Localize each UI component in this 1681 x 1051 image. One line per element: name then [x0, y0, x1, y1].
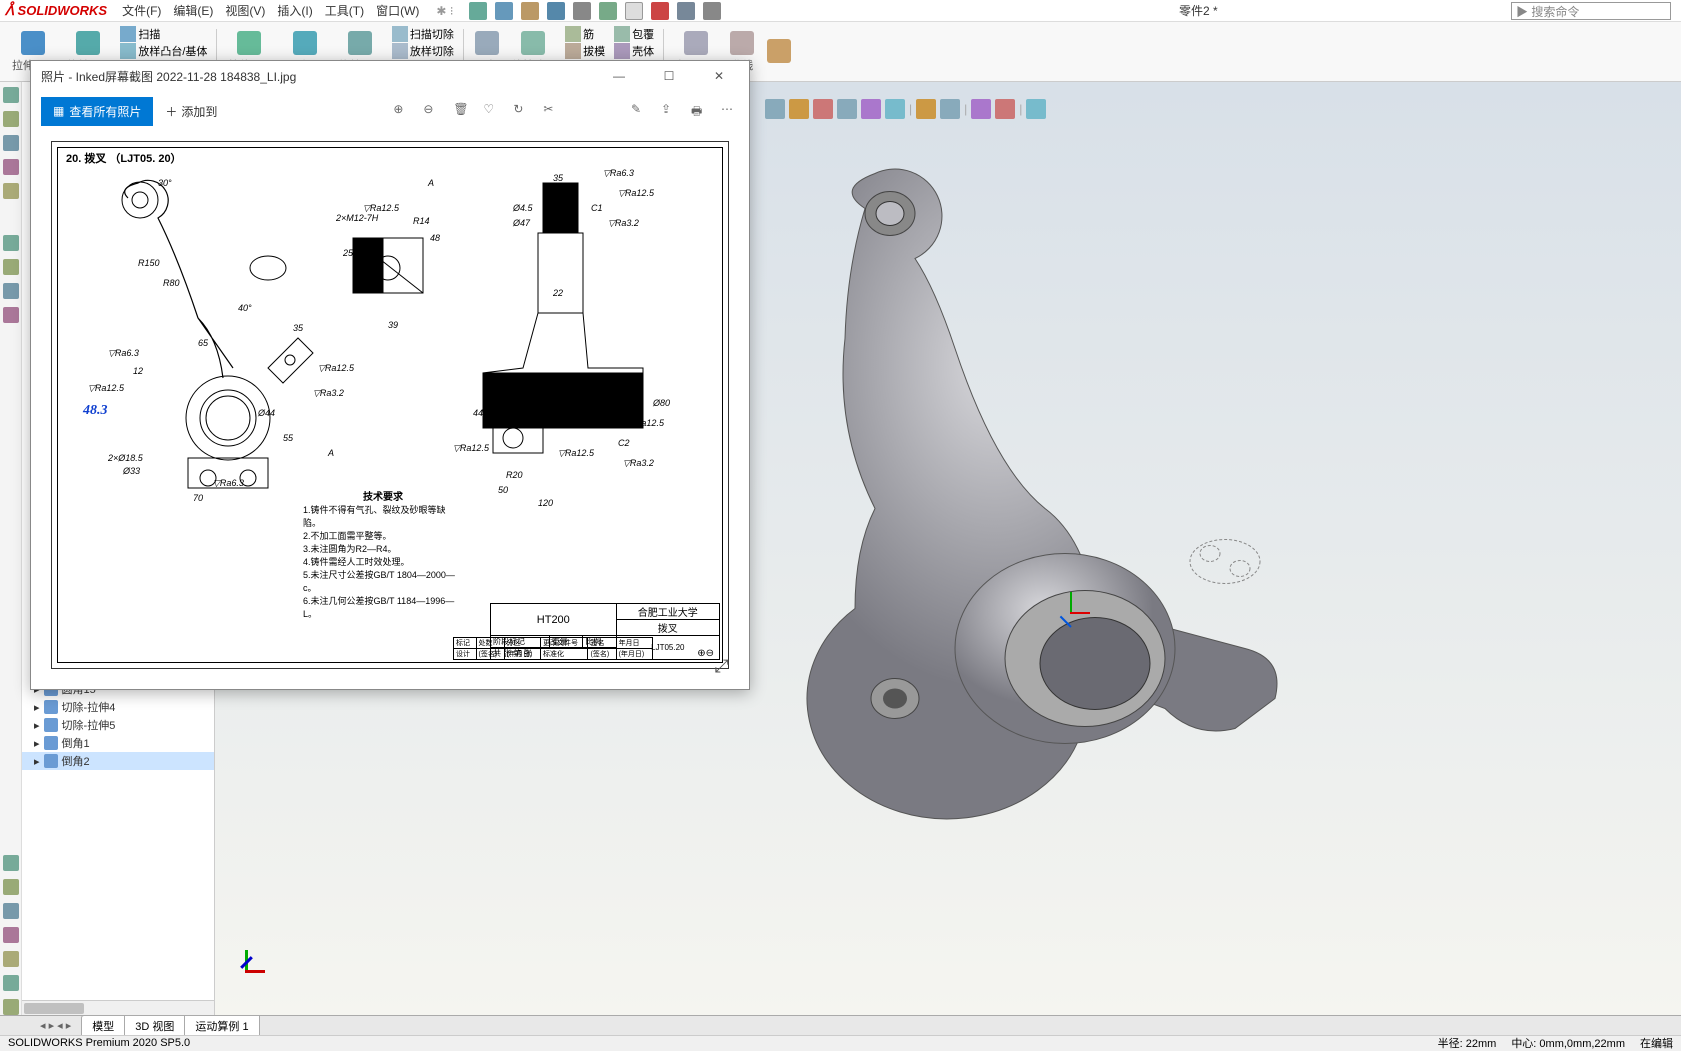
search-input[interactable]: ▶ 搜索命令: [1511, 2, 1671, 20]
rotate-icon[interactable]: ↻: [513, 102, 531, 120]
photos-toolbar: ▦ 查看所有照片 ＋ 添加到 ⊕ ⊖ 🗑 ♡ ↻ ✂ ✎ ⇪ 🖶 ⋯: [31, 91, 749, 131]
save-icon[interactable]: [547, 2, 565, 20]
maximize-button[interactable]: ☐: [649, 61, 689, 91]
ribbon-sweep-cut[interactable]: 扫描切除: [392, 26, 454, 42]
photos-titlebar[interactable]: 照片 - Inked屏幕截图 2022-11-28 184838_LI.jpg …: [31, 61, 749, 91]
print-icon[interactable]: 🖶: [691, 102, 709, 120]
lt-icon-4[interactable]: [3, 159, 19, 175]
select-icon[interactable]: [625, 2, 643, 20]
photos-window: 照片 - Inked屏幕截图 2022-11-28 184838_LI.jpg …: [30, 60, 750, 690]
drawing-image: 20. 拨叉 （LJT05. 20） 30° R150 R80 40° 65 3…: [51, 141, 729, 669]
cut-icon: [44, 718, 58, 732]
ribbon-instant3d[interactable]: [763, 24, 795, 79]
menu-view[interactable]: 视图(V): [225, 2, 265, 19]
menu-file[interactable]: 文件(F): [122, 2, 161, 19]
print-icon[interactable]: [573, 2, 591, 20]
status-editing: 在编辑: [1640, 1035, 1673, 1051]
menu-help-icon[interactable]: ✱ ⁝: [436, 4, 453, 18]
edit-icon[interactable]: ✎: [631, 102, 649, 120]
ribbon-rib[interactable]: 筋: [565, 26, 605, 42]
ribbon-shell[interactable]: 壳体: [614, 43, 654, 59]
crop-icon[interactable]: ✂: [543, 102, 561, 120]
ribbon-draft[interactable]: 拔模: [565, 43, 605, 59]
lt-icon-8[interactable]: [3, 283, 19, 299]
tree-item[interactable]: ▸切除-拉伸4: [22, 698, 214, 716]
quick-toolbar: [469, 2, 721, 20]
menu-insert[interactable]: 插入(I): [277, 2, 312, 19]
document-title: 零件2 *: [1179, 2, 1218, 19]
cut-icon: [44, 700, 58, 714]
menu-edit[interactable]: 编辑(E): [173, 2, 213, 19]
handwritten-annotation: 48.3: [83, 403, 108, 419]
status-product: SOLIDWORKS Premium 2020 SP5.0: [8, 1037, 190, 1049]
status-radius: 半径: 22mm: [1438, 1035, 1497, 1051]
share-icon[interactable]: ⇪: [661, 102, 679, 120]
tab-3dview[interactable]: 3D 视图: [124, 1015, 185, 1037]
tab-motion[interactable]: 运动算例 1: [184, 1015, 259, 1037]
tree-hscroll[interactable]: [22, 1000, 214, 1015]
lt-icon-2[interactable]: [3, 111, 19, 127]
menu-window[interactable]: 窗口(W): [376, 2, 419, 19]
chamfer-icon: [44, 754, 58, 768]
photos-title: 照片 - Inked屏幕截图 2022-11-28 184838_LI.jpg: [41, 68, 296, 85]
tab-model[interactable]: 模型: [81, 1015, 125, 1037]
tree-item-selected[interactable]: ▸倒角2: [22, 752, 214, 770]
lt-icon-1[interactable]: [3, 87, 19, 103]
lt-icon-9[interactable]: [3, 307, 19, 323]
favorite-icon[interactable]: ♡: [483, 102, 501, 120]
lt-icon-3[interactable]: [3, 135, 19, 151]
menubar: ᐰ SOLIDWORKS 文件(F) 编辑(E) 视图(V) 插入(I) 工具(…: [0, 0, 1681, 22]
minimize-button[interactable]: —: [599, 61, 639, 91]
zoom-in-icon[interactable]: ⊕: [393, 102, 411, 120]
options-icon[interactable]: [677, 2, 695, 20]
add-to-button[interactable]: ＋ 添加到: [165, 103, 217, 120]
lt-icon-7[interactable]: [3, 259, 19, 275]
view-axis: [240, 945, 270, 975]
open-icon[interactable]: [521, 2, 539, 20]
lt-icon-b5[interactable]: [3, 951, 19, 967]
rebuild-icon[interactable]: [651, 2, 669, 20]
home-icon[interactable]: [469, 2, 487, 20]
ribbon-loft-cut[interactable]: 放样切除: [392, 43, 454, 59]
view-all-button[interactable]: ▦ 查看所有照片: [41, 97, 153, 126]
chamfer-icon: [44, 736, 58, 750]
ribbon-wrap[interactable]: 包覆: [614, 26, 654, 42]
app-logo: ᐰ SOLIDWORKS: [5, 3, 107, 19]
more-icon[interactable]: ⋯: [721, 102, 739, 120]
lt-icon-b3[interactable]: [3, 903, 19, 919]
lt-icon-b4[interactable]: [3, 927, 19, 943]
bottom-tabs: ◂ ▸ ◂ ▸ 模型 3D 视图 运动算例 1: [0, 1015, 1681, 1035]
undo-icon[interactable]: [599, 2, 617, 20]
tree-item[interactable]: ▸倒角1: [22, 734, 214, 752]
close-button[interactable]: ✕: [699, 61, 739, 91]
ribbon-loft[interactable]: 放样凸台/基体: [120, 43, 207, 59]
left-toolbar: [0, 82, 22, 1015]
lt-icon-b2[interactable]: [3, 879, 19, 895]
ribbon-sweep[interactable]: 扫描: [120, 26, 207, 42]
status-bar: SOLIDWORKS Premium 2020 SP5.0 半径: 22mm 中…: [0, 1035, 1681, 1050]
zoom-out-icon[interactable]: ⊖: [423, 102, 441, 120]
settings-icon[interactable]: [703, 2, 721, 20]
menu-tools[interactable]: 工具(T): [325, 2, 364, 19]
lt-icon-6[interactable]: [3, 235, 19, 251]
delete-icon[interactable]: 🗑: [453, 102, 471, 120]
status-center: 中心: 0mm,0mm,22mm: [1511, 1035, 1625, 1051]
tree-item[interactable]: ▸切除-拉伸5: [22, 716, 214, 734]
lt-icon-b7[interactable]: [3, 999, 19, 1015]
expand-icon[interactable]: ⤢: [715, 656, 729, 677]
lt-icon-5[interactable]: [3, 183, 19, 199]
lt-icon-b1[interactable]: [3, 855, 19, 871]
new-icon[interactable]: [495, 2, 513, 20]
lt-icon-b6[interactable]: [3, 975, 19, 991]
